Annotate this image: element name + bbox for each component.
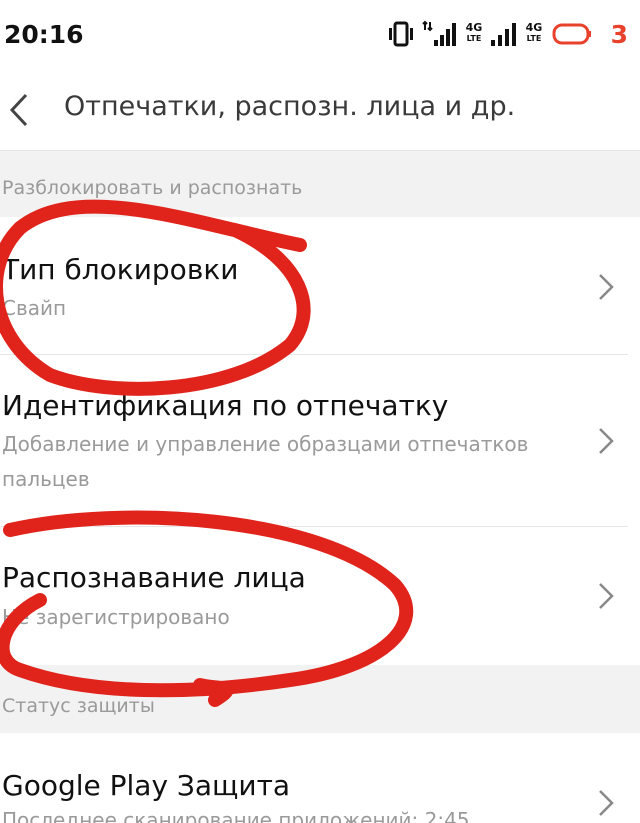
signal-bars-icon: [491, 23, 516, 46]
list-item-lock-type[interactable]: Тип блокировки Свайп: [0, 217, 640, 355]
chevron-right-icon: [599, 583, 614, 609]
item-title: Google Play Защита: [2, 769, 291, 802]
section-label: Статус защиты: [2, 695, 155, 717]
chevron-right-icon: [599, 274, 614, 300]
app-header: Отпечатки, распозн. лица и др.: [0, 74, 640, 151]
item-title: Распознавание лица: [2, 561, 306, 594]
item-subtitle: Добавление и управление образцами отпеча…: [2, 432, 529, 491]
item-subtitle: Не зарегистрировано: [2, 605, 230, 629]
item-title: Идентификация по отпечатку: [2, 389, 449, 422]
item-title: Тип блокировки: [2, 253, 239, 286]
item-subtitle: Последнее сканирование приложений: 2:45: [2, 808, 470, 823]
battery-level: 3: [610, 20, 628, 49]
section-header-protection: Статус защиты: [0, 665, 640, 733]
chevron-right-icon: [599, 428, 614, 454]
network-type-1: 4G LTE: [465, 21, 483, 44]
item-subtitle: Свайп: [2, 296, 67, 320]
page-title: Отпечатки, распозн. лица и др.: [64, 91, 516, 122]
status-time: 20:16: [4, 20, 84, 49]
list-item-fingerprint[interactable]: Идентификация по отпечатку Добавление и …: [0, 355, 640, 527]
signal-icon: [422, 20, 456, 46]
network-type-2: 4G LTE: [525, 21, 543, 44]
list-item-face-recognition[interactable]: Распознавание лица Не зарегистрировано: [0, 527, 640, 665]
battery-icon: [552, 23, 591, 45]
back-arrow-icon[interactable]: [6, 92, 32, 128]
section-header-unlock: Разблокировать и распознать: [0, 151, 640, 217]
status-bar: 20:16 4G LTE 4G LTE 3: [0, 0, 640, 74]
list-item-google-play-protect[interactable]: Google Play Защита Последнее сканировани…: [0, 733, 640, 823]
vibrate-icon: [389, 21, 413, 47]
status-icons: 4G LTE 4G LTE 3: [388, 20, 628, 50]
chevron-right-icon: [599, 790, 614, 816]
section-label: Разблокировать и распознать: [2, 177, 303, 199]
